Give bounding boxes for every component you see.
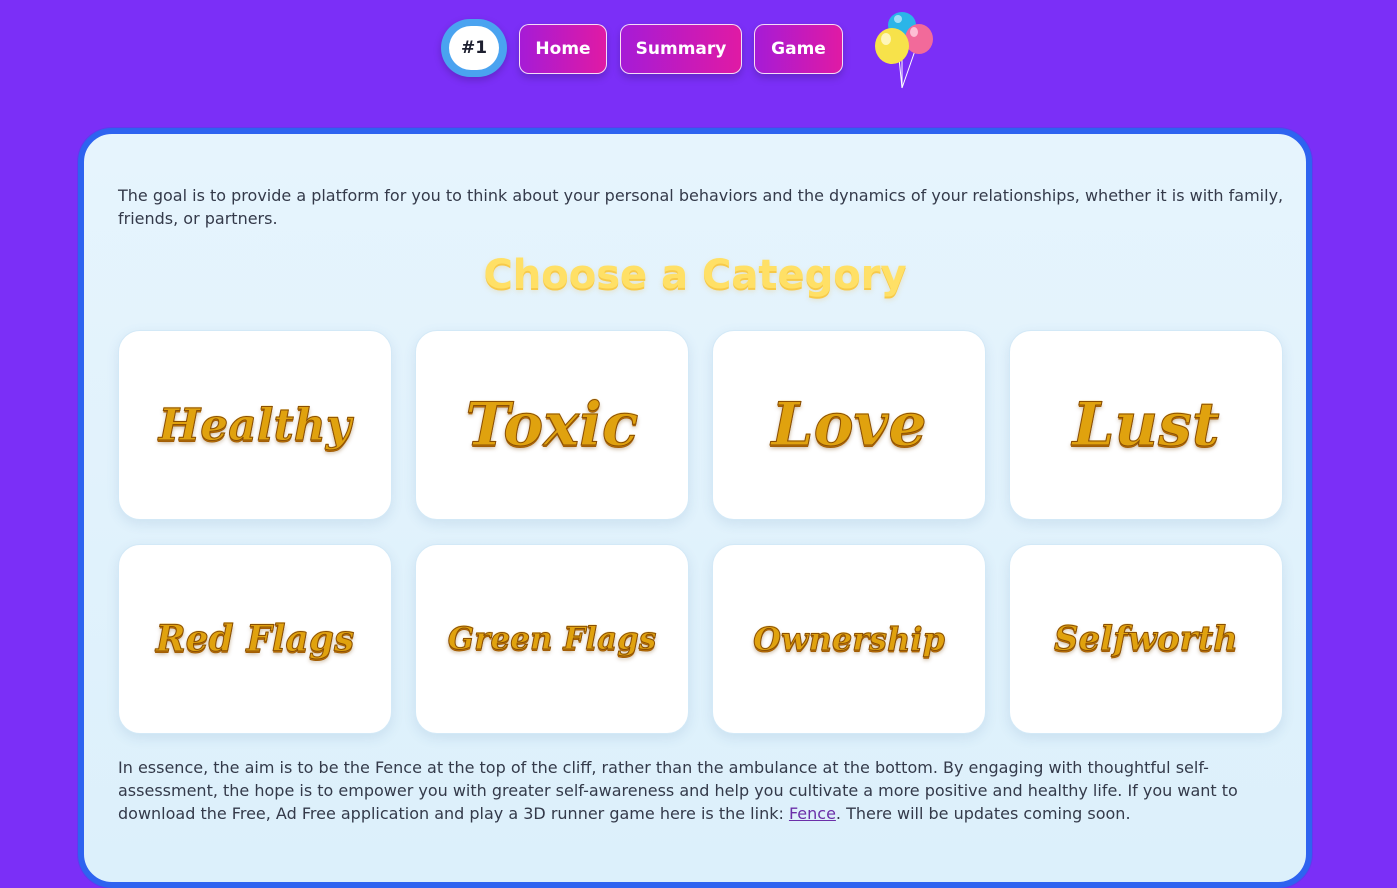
logo-label: #1 (449, 26, 499, 70)
game-button[interactable]: Game (754, 24, 843, 74)
category-lust[interactable]: Lust (1009, 330, 1283, 520)
fence-link[interactable]: Fence (789, 804, 836, 823)
top-navigation: #1 Home Summary Game (0, 0, 1397, 100)
category-label: Ownership (753, 620, 946, 659)
home-button[interactable]: Home (519, 24, 607, 74)
category-selfworth[interactable]: Selfworth (1009, 544, 1283, 734)
main-card: The goal is to provide a platform for yo… (78, 128, 1312, 888)
category-label: Red Flags (155, 618, 355, 661)
category-label: Selfworth (1053, 619, 1238, 660)
outro-text-end: . There will be updates coming soon. (835, 804, 1131, 823)
category-ownership[interactable]: Ownership (712, 544, 986, 734)
category-label: Healthy (158, 399, 352, 451)
category-red-flags[interactable]: Red Flags (118, 544, 392, 734)
category-label: Toxic (465, 390, 639, 461)
category-toxic[interactable]: Toxic (415, 330, 689, 520)
category-healthy[interactable]: Healthy (118, 330, 392, 520)
category-label: Lust (1072, 390, 1220, 461)
logo-badge[interactable]: #1 (441, 19, 507, 77)
category-green-flags[interactable]: Green Flags (415, 544, 689, 734)
balloons-icon (875, 12, 933, 89)
summary-button[interactable]: Summary (620, 24, 742, 74)
page-title: Choose a Category (483, 252, 907, 298)
category-label: Green Flags (447, 621, 657, 658)
outro-text: In essence, the aim is to be the Fence a… (118, 756, 1288, 825)
category-love[interactable]: Love (712, 330, 986, 520)
intro-text: The goal is to provide a platform for yo… (118, 186, 1284, 228)
category-label: Love (771, 390, 927, 461)
